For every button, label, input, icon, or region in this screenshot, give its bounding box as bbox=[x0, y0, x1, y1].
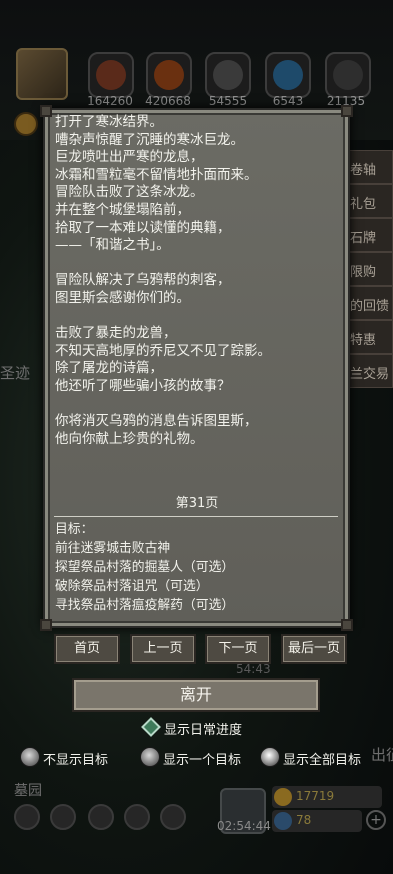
bottom-icon bbox=[124, 804, 150, 830]
radio-icon bbox=[20, 747, 40, 767]
background-label-left: 圣迹 bbox=[0, 364, 31, 382]
story-line: ——「和谐之书」。 bbox=[55, 237, 170, 254]
side-menu-item[interactable]: 特惠 bbox=[345, 320, 393, 354]
radio-selected-icon bbox=[260, 747, 280, 767]
story-line: 不知天高地厚的乔尼又不见了踪影。 bbox=[55, 342, 271, 359]
resource-count-1: 164260 bbox=[87, 94, 133, 108]
gold-icon bbox=[274, 788, 292, 806]
story-line: 除了屠龙的诗篇， bbox=[55, 360, 163, 377]
book-page: 打开了寒冰结界。 嘈杂声惊醒了沉睡的寒冰巨龙。 巨龙喷吐出严寒的龙息， 冰霜和雪… bbox=[52, 114, 342, 622]
story-line: 你将消灭乌鸦的消息告诉图里斯， bbox=[55, 413, 258, 430]
side-menu-item[interactable]: 卷轴 bbox=[345, 150, 393, 184]
goal-option-label: 显示一个目标 bbox=[163, 753, 242, 768]
story-line: 拾取了一本难以读懂的典籍， bbox=[55, 219, 231, 236]
book-corner bbox=[40, 105, 52, 117]
story-line: 他向你献上珍贵的礼物。 bbox=[55, 430, 204, 447]
story-paragraph: 打开了寒冰结界。 嘈杂声惊醒了沉睡的寒冰巨龙。 巨龙喷吐出严寒的龙息， 冰霜和雪… bbox=[52, 114, 342, 255]
chest-timer: 02:54:44 bbox=[217, 819, 271, 833]
story-line: 嘈杂声惊醒了沉睡的寒冰巨龙。 bbox=[55, 131, 244, 148]
goal-item: 前往迷雾城击败古神 bbox=[55, 541, 171, 556]
story-paragraph: 你将消灭乌鸦的消息告诉图里斯， 他向你献上珍贵的礼物。 bbox=[52, 413, 342, 448]
goals-title: 目标： bbox=[55, 522, 94, 537]
resource-count-3: 54555 bbox=[208, 94, 248, 108]
background-label-right: 出征 bbox=[371, 746, 393, 764]
goal-item: 破除祭品村落诅咒（可选） bbox=[55, 579, 209, 594]
resource-icon-2 bbox=[146, 52, 192, 98]
side-menu-item[interactable]: 的回馈 bbox=[345, 286, 393, 320]
story-line: 冰霜和雪粒毫不留情地扑面而来。 bbox=[55, 166, 258, 183]
story-line: 并在整个城堡塌陷前， bbox=[55, 201, 190, 218]
gold-counter: 17719 bbox=[272, 786, 382, 808]
resource-icon-3 bbox=[205, 52, 251, 98]
story-line: 巨龙喷吐出严寒的龙息， bbox=[55, 149, 204, 166]
story-paragraph: 冒险队解决了乌鸦帮的刺客， 图里斯会感谢你们的。 bbox=[52, 272, 342, 307]
story-line: 打开了寒冰结界。 bbox=[55, 114, 163, 130]
first-page-button[interactable]: 首页 bbox=[54, 634, 120, 664]
bottom-icon bbox=[50, 804, 76, 830]
story-line: 图里斯会感谢你们的。 bbox=[55, 289, 190, 306]
next-page-button[interactable]: 下一页 bbox=[205, 634, 271, 664]
resource-icon-1 bbox=[88, 52, 134, 98]
coin-icon bbox=[14, 112, 38, 136]
bottom-icon bbox=[160, 804, 186, 830]
resource-icon-5 bbox=[325, 52, 371, 98]
gold-value: 17719 bbox=[296, 789, 335, 803]
add-icon: + bbox=[366, 810, 386, 830]
story-line: 冒险队解决了乌鸦帮的刺客， bbox=[55, 272, 231, 289]
last-page-button[interactable]: 最后一页 bbox=[281, 634, 347, 664]
story-line: 他还听了哪些骗小孩的故事？ bbox=[55, 377, 231, 394]
gem-icon bbox=[274, 812, 292, 830]
book-corner bbox=[341, 105, 353, 117]
story-line: 冒险队击败了这条冰龙。 bbox=[55, 184, 204, 201]
goals-section: 目标： 前往迷雾城击败古神 探望祭品村落的掘墓人（可选） 破除祭品村落诅咒（可选… bbox=[55, 520, 234, 615]
book-corner bbox=[40, 619, 52, 631]
background-timer: 54:43 bbox=[236, 662, 271, 676]
story-line: 击败了暴走的龙兽， bbox=[55, 325, 177, 342]
bottom-icon bbox=[88, 804, 114, 830]
book-corner bbox=[341, 619, 353, 631]
page-number: 第31页 bbox=[175, 496, 219, 511]
side-menu-item[interactable]: 限购 bbox=[345, 252, 393, 286]
goal-option-label: 显示全部目标 bbox=[283, 753, 362, 768]
radio-icon bbox=[140, 747, 160, 767]
goal-option-label: 不显示目标 bbox=[43, 753, 109, 768]
side-menu-item[interactable]: 石牌 bbox=[345, 218, 393, 252]
prev-page-button[interactable]: 上一页 bbox=[130, 634, 196, 664]
goal-item: 探望祭品村落的掘墓人（可选） bbox=[55, 560, 235, 575]
leave-button[interactable]: 离开 bbox=[72, 678, 320, 712]
page-divider bbox=[54, 516, 338, 517]
side-menu-item[interactable]: 兰交易 bbox=[345, 354, 393, 388]
gem-value: 78 bbox=[296, 813, 312, 827]
side-menu-item[interactable]: 礼包 bbox=[345, 184, 393, 218]
gem-counter: 78 bbox=[272, 810, 362, 832]
resource-count-2: 420668 bbox=[145, 94, 191, 108]
player-avatar[interactable] bbox=[16, 48, 68, 100]
daily-progress-label: 显示日常进度 bbox=[164, 723, 243, 738]
background-label-bottom: 墓园 bbox=[14, 783, 42, 799]
bottom-icon bbox=[14, 804, 40, 830]
resource-count-4: 6543 bbox=[272, 94, 304, 108]
goal-item: 寻找祭品村落瘟疫解药（可选） bbox=[55, 598, 235, 613]
story-paragraph: 击败了暴走的龙兽， 不知天高地厚的乔尼又不见了踪影。 除了屠龙的诗篇， 他还听了… bbox=[52, 325, 342, 395]
resource-icon-4 bbox=[265, 52, 311, 98]
